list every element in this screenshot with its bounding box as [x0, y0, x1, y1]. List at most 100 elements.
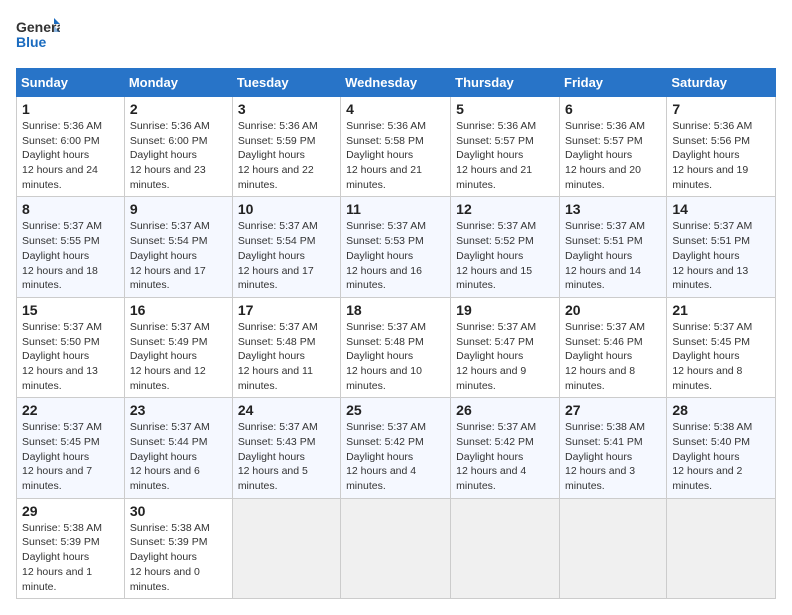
day-number: 17 [238, 302, 335, 318]
calendar-cell: 8 Sunrise: 5:37 AMSunset: 5:55 PMDayligh… [17, 197, 125, 297]
calendar-cell [667, 498, 776, 598]
weekday-header: Sunday [17, 69, 125, 97]
day-number: 20 [565, 302, 661, 318]
day-number: 6 [565, 101, 661, 117]
day-info: Sunrise: 5:38 AMSunset: 5:39 PMDaylight … [22, 521, 119, 594]
day-number: 1 [22, 101, 119, 117]
day-number: 2 [130, 101, 227, 117]
day-info: Sunrise: 5:37 AMSunset: 5:54 PMDaylight … [238, 219, 335, 292]
day-info: Sunrise: 5:36 AMSunset: 6:00 PMDaylight … [22, 119, 119, 192]
day-number: 7 [672, 101, 770, 117]
page-header: General Blue [16, 16, 776, 58]
calendar-cell: 17 Sunrise: 5:37 AMSunset: 5:48 PMDaylig… [232, 297, 340, 397]
calendar-cell [341, 498, 451, 598]
day-info: Sunrise: 5:36 AMSunset: 5:57 PMDaylight … [456, 119, 554, 192]
day-number: 26 [456, 402, 554, 418]
calendar-cell: 29 Sunrise: 5:38 AMSunset: 5:39 PMDaylig… [17, 498, 125, 598]
calendar-cell: 25 Sunrise: 5:37 AMSunset: 5:42 PMDaylig… [341, 398, 451, 498]
calendar-cell: 27 Sunrise: 5:38 AMSunset: 5:41 PMDaylig… [560, 398, 667, 498]
logo-icon: General Blue [16, 16, 60, 54]
day-number: 24 [238, 402, 335, 418]
calendar-cell: 2 Sunrise: 5:36 AMSunset: 6:00 PMDayligh… [124, 97, 232, 197]
calendar-cell: 13 Sunrise: 5:37 AMSunset: 5:51 PMDaylig… [560, 197, 667, 297]
calendar-cell: 4 Sunrise: 5:36 AMSunset: 5:58 PMDayligh… [341, 97, 451, 197]
calendar-week-row: 29 Sunrise: 5:38 AMSunset: 5:39 PMDaylig… [17, 498, 776, 598]
calendar-cell: 1 Sunrise: 5:36 AMSunset: 6:00 PMDayligh… [17, 97, 125, 197]
day-number: 4 [346, 101, 445, 117]
calendar-cell: 10 Sunrise: 5:37 AMSunset: 5:54 PMDaylig… [232, 197, 340, 297]
calendar-cell: 11 Sunrise: 5:37 AMSunset: 5:53 PMDaylig… [341, 197, 451, 297]
calendar-cell: 9 Sunrise: 5:37 AMSunset: 5:54 PMDayligh… [124, 197, 232, 297]
calendar-table: SundayMondayTuesdayWednesdayThursdayFrid… [16, 68, 776, 599]
day-info: Sunrise: 5:36 AMSunset: 5:56 PMDaylight … [672, 119, 770, 192]
weekday-header: Tuesday [232, 69, 340, 97]
weekday-header: Wednesday [341, 69, 451, 97]
calendar-cell: 6 Sunrise: 5:36 AMSunset: 5:57 PMDayligh… [560, 97, 667, 197]
calendar-cell: 5 Sunrise: 5:36 AMSunset: 5:57 PMDayligh… [451, 97, 560, 197]
calendar-cell: 20 Sunrise: 5:37 AMSunset: 5:46 PMDaylig… [560, 297, 667, 397]
day-info: Sunrise: 5:37 AMSunset: 5:43 PMDaylight … [238, 420, 335, 493]
calendar-week-row: 15 Sunrise: 5:37 AMSunset: 5:50 PMDaylig… [17, 297, 776, 397]
day-number: 30 [130, 503, 227, 519]
day-info: Sunrise: 5:37 AMSunset: 5:51 PMDaylight … [672, 219, 770, 292]
day-info: Sunrise: 5:37 AMSunset: 5:45 PMDaylight … [22, 420, 119, 493]
day-number: 15 [22, 302, 119, 318]
day-info: Sunrise: 5:37 AMSunset: 5:42 PMDaylight … [456, 420, 554, 493]
day-info: Sunrise: 5:37 AMSunset: 5:48 PMDaylight … [238, 320, 335, 393]
day-number: 12 [456, 201, 554, 217]
day-info: Sunrise: 5:37 AMSunset: 5:50 PMDaylight … [22, 320, 119, 393]
weekday-header-row: SundayMondayTuesdayWednesdayThursdayFrid… [17, 69, 776, 97]
day-number: 21 [672, 302, 770, 318]
day-info: Sunrise: 5:38 AMSunset: 5:40 PMDaylight … [672, 420, 770, 493]
day-number: 19 [456, 302, 554, 318]
calendar-cell: 14 Sunrise: 5:37 AMSunset: 5:51 PMDaylig… [667, 197, 776, 297]
day-number: 23 [130, 402, 227, 418]
calendar-week-row: 8 Sunrise: 5:37 AMSunset: 5:55 PMDayligh… [17, 197, 776, 297]
day-number: 16 [130, 302, 227, 318]
day-number: 10 [238, 201, 335, 217]
calendar-cell: 7 Sunrise: 5:36 AMSunset: 5:56 PMDayligh… [667, 97, 776, 197]
day-number: 28 [672, 402, 770, 418]
weekday-header: Saturday [667, 69, 776, 97]
day-number: 29 [22, 503, 119, 519]
day-info: Sunrise: 5:36 AMSunset: 5:59 PMDaylight … [238, 119, 335, 192]
day-info: Sunrise: 5:37 AMSunset: 5:53 PMDaylight … [346, 219, 445, 292]
calendar-cell: 19 Sunrise: 5:37 AMSunset: 5:47 PMDaylig… [451, 297, 560, 397]
day-info: Sunrise: 5:37 AMSunset: 5:46 PMDaylight … [565, 320, 661, 393]
day-info: Sunrise: 5:37 AMSunset: 5:42 PMDaylight … [346, 420, 445, 493]
calendar-week-row: 22 Sunrise: 5:37 AMSunset: 5:45 PMDaylig… [17, 398, 776, 498]
calendar-cell: 12 Sunrise: 5:37 AMSunset: 5:52 PMDaylig… [451, 197, 560, 297]
day-info: Sunrise: 5:37 AMSunset: 5:52 PMDaylight … [456, 219, 554, 292]
day-number: 22 [22, 402, 119, 418]
day-info: Sunrise: 5:37 AMSunset: 5:54 PMDaylight … [130, 219, 227, 292]
svg-text:General: General [16, 19, 60, 35]
day-info: Sunrise: 5:37 AMSunset: 5:51 PMDaylight … [565, 219, 661, 292]
calendar-cell [560, 498, 667, 598]
calendar-cell: 22 Sunrise: 5:37 AMSunset: 5:45 PMDaylig… [17, 398, 125, 498]
weekday-header: Friday [560, 69, 667, 97]
day-info: Sunrise: 5:37 AMSunset: 5:44 PMDaylight … [130, 420, 227, 493]
calendar-cell: 24 Sunrise: 5:37 AMSunset: 5:43 PMDaylig… [232, 398, 340, 498]
day-info: Sunrise: 5:36 AMSunset: 6:00 PMDaylight … [130, 119, 227, 192]
day-number: 8 [22, 201, 119, 217]
day-number: 25 [346, 402, 445, 418]
calendar-cell [451, 498, 560, 598]
day-number: 11 [346, 201, 445, 217]
day-info: Sunrise: 5:37 AMSunset: 5:47 PMDaylight … [456, 320, 554, 393]
calendar-cell: 16 Sunrise: 5:37 AMSunset: 5:49 PMDaylig… [124, 297, 232, 397]
calendar-cell: 28 Sunrise: 5:38 AMSunset: 5:40 PMDaylig… [667, 398, 776, 498]
calendar-cell: 21 Sunrise: 5:37 AMSunset: 5:45 PMDaylig… [667, 297, 776, 397]
svg-text:Blue: Blue [16, 34, 47, 50]
day-info: Sunrise: 5:37 AMSunset: 5:49 PMDaylight … [130, 320, 227, 393]
day-info: Sunrise: 5:37 AMSunset: 5:48 PMDaylight … [346, 320, 445, 393]
day-number: 13 [565, 201, 661, 217]
day-number: 3 [238, 101, 335, 117]
weekday-header: Monday [124, 69, 232, 97]
calendar-cell: 23 Sunrise: 5:37 AMSunset: 5:44 PMDaylig… [124, 398, 232, 498]
day-number: 27 [565, 402, 661, 418]
day-info: Sunrise: 5:37 AMSunset: 5:55 PMDaylight … [22, 219, 119, 292]
calendar-cell: 18 Sunrise: 5:37 AMSunset: 5:48 PMDaylig… [341, 297, 451, 397]
calendar-cell: 3 Sunrise: 5:36 AMSunset: 5:59 PMDayligh… [232, 97, 340, 197]
day-number: 5 [456, 101, 554, 117]
day-info: Sunrise: 5:37 AMSunset: 5:45 PMDaylight … [672, 320, 770, 393]
